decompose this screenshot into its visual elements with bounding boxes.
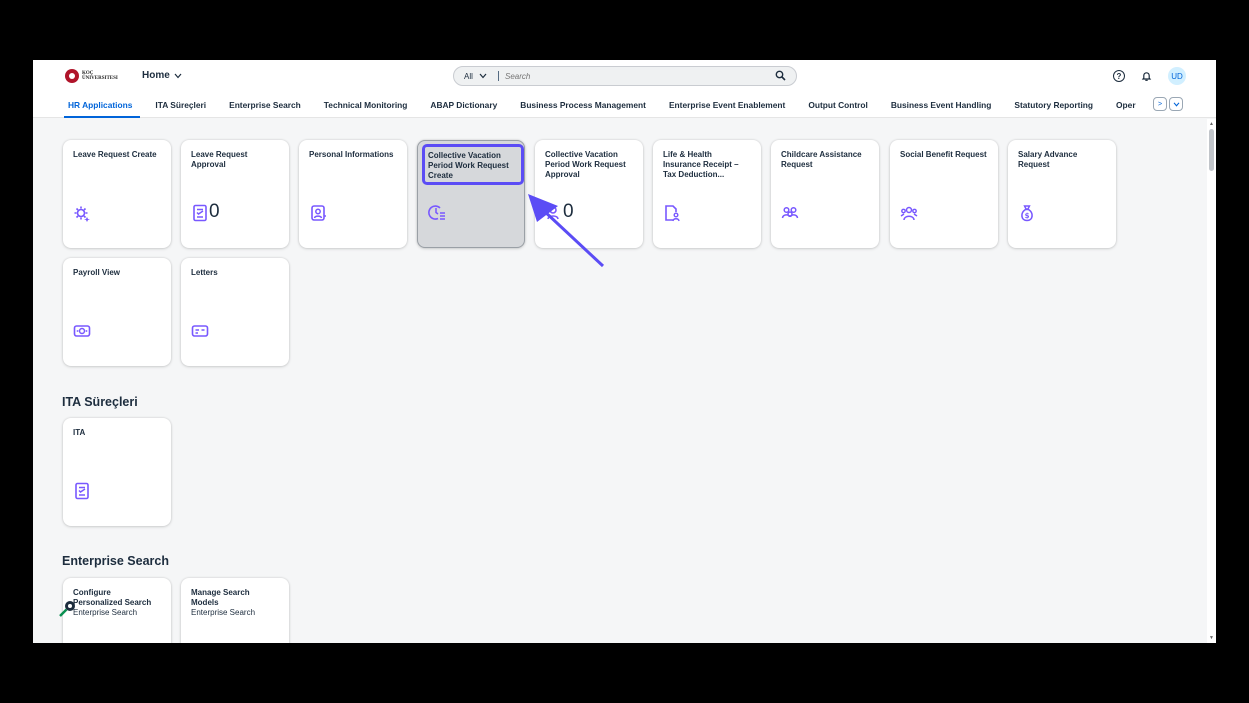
pin-icon[interactable] (57, 598, 79, 620)
scroll-down-icon[interactable]: ▼ (1209, 635, 1214, 641)
search-scope-select[interactable]: All (454, 71, 499, 81)
tab-output-control[interactable]: Output Control (797, 92, 880, 118)
scroll-thumb[interactable] (1209, 129, 1214, 171)
tile-childcare-assistance[interactable]: Childcare Assistance Request (771, 140, 879, 248)
pointer-arrow-icon (528, 194, 605, 268)
shell-bar: KOÇ ÜNIVERSITESI Home All ? UD (33, 60, 1216, 92)
logo-mark-icon (65, 69, 79, 83)
tile-personal-informations[interactable]: Personal Informations (299, 140, 407, 248)
overflow-menu-button[interactable] (1169, 97, 1183, 111)
search-scope-label: All (464, 71, 473, 81)
tab-list: HR Applications ITA Süreçleri Enterprise… (64, 92, 1152, 118)
tile-collective-vacation-create[interactable]: Collective Vacation Period Work Request … (417, 140, 525, 248)
tile-payroll-view[interactable]: Payroll View (63, 258, 171, 366)
tile-title: Salary Advance Request (1018, 150, 1078, 169)
highlight-box (422, 144, 524, 185)
tile-subtitle: Enterprise Search (73, 608, 138, 617)
tile-ita[interactable]: ITA (63, 418, 171, 526)
page-scrollbar[interactable]: ▲ ▼ (1207, 119, 1216, 643)
help-icon[interactable]: ? (1113, 70, 1125, 82)
checklist-icon (193, 204, 207, 222)
search-bar: All (453, 66, 797, 86)
tile-configure-personalized-search[interactable]: Configure Personalized Search Enterprise… (63, 578, 171, 643)
avatar[interactable]: UD (1168, 67, 1186, 85)
tile-leave-request-create[interactable]: Leave Request Create (63, 140, 171, 248)
logo-text-line2: ÜNIVERSITESI (82, 76, 118, 81)
home-menu-button[interactable]: Home (142, 70, 182, 81)
checklist-icon (75, 482, 89, 500)
tab-ita-surecleri[interactable]: ITA Süreçleri (144, 92, 218, 118)
tab-business-process-management[interactable]: Business Process Management (509, 92, 658, 118)
shell-actions: ? UD (1113, 67, 1186, 85)
tile-count: 0 (209, 201, 220, 222)
tab-business-event-handling[interactable]: Business Event Handling (879, 92, 1003, 118)
tile-social-benefit[interactable]: Social Benefit Request (890, 140, 998, 248)
tile-letters[interactable]: Letters (181, 258, 289, 366)
tile-title: ITA (73, 428, 86, 437)
tab-technical-monitoring[interactable]: Technical Monitoring (312, 92, 419, 118)
tile-title: Childcare Assistance Request (781, 150, 862, 169)
tile-title: Leave Request Create (73, 150, 157, 159)
search-input[interactable] (499, 71, 759, 81)
tile-title: Leave Request Approval (191, 150, 248, 169)
tile-leave-request-approval[interactable]: Leave Request Approval 0 (181, 140, 289, 248)
tile-title: Payroll View (73, 268, 120, 277)
tile-title: Social Benefit Request (900, 150, 987, 159)
tile-subtitle: Enterprise Search (191, 608, 256, 617)
company-logo[interactable]: KOÇ ÜNIVERSITESI (65, 69, 118, 83)
chevron-down-icon (479, 73, 487, 79)
tab-overflow-nav: > (1153, 97, 1183, 111)
search-icon[interactable] (775, 70, 786, 81)
tile-title: Configure Personalized Search (73, 588, 152, 607)
fiori-launchpad: KOÇ ÜNIVERSITESI Home All ? UD HR Applic… (33, 60, 1216, 643)
time-list-icon (428, 205, 445, 220)
tile-title: Personal Informations (309, 150, 394, 159)
tab-statutory-reporting[interactable]: Statutory Reporting (1003, 92, 1105, 118)
tile-title: Collective Vacation Period Work Request … (545, 150, 626, 179)
settings-star-icon (74, 206, 90, 222)
bell-icon[interactable] (1141, 71, 1152, 82)
page-content: Leave Request Create Leave Request Appro… (33, 119, 1216, 643)
home-label: Home (142, 70, 170, 81)
section-title-enterprise-search: Enterprise Search (62, 554, 169, 568)
section-title-ita: ITA Süreçleri (62, 395, 138, 409)
group-icon (781, 206, 799, 219)
tile-title: Life & Health Insurance Receipt – Tax De… (663, 150, 739, 179)
tab-oper[interactable]: Oper (1105, 92, 1148, 118)
tab-enterprise-search[interactable]: Enterprise Search (218, 92, 313, 118)
tile-life-health-insurance[interactable]: Life & Health Insurance Receipt – Tax De… (653, 140, 761, 248)
document-person-icon (665, 205, 680, 222)
team-icon (900, 206, 918, 221)
tile-title: Manage Search Models (191, 588, 250, 607)
tab-abap-dictionary[interactable]: ABAP Dictionary (419, 92, 509, 118)
money-bag-icon: $ (1021, 205, 1033, 222)
chevron-down-icon (174, 73, 182, 78)
scroll-up-icon[interactable]: ▲ (1209, 121, 1214, 127)
chevron-down-icon (1173, 101, 1179, 107)
tile-title: Letters (191, 268, 218, 277)
chevron-right-icon[interactable]: > (1153, 97, 1167, 111)
money-icon (73, 325, 91, 337)
svg-text:$: $ (1025, 212, 1030, 220)
person-card-icon (311, 205, 326, 221)
tile-salary-advance[interactable]: Salary Advance Request $ (1008, 140, 1116, 248)
tab-enterprise-event-enablement[interactable]: Enterprise Event Enablement (657, 92, 796, 118)
tile-manage-search-models[interactable]: Manage Search Models Enterprise Search (181, 578, 289, 643)
tab-hr-applications[interactable]: HR Applications (64, 92, 144, 118)
space-tab-bar: HR Applications ITA Süreçleri Enterprise… (33, 92, 1216, 118)
card-icon (191, 325, 209, 337)
